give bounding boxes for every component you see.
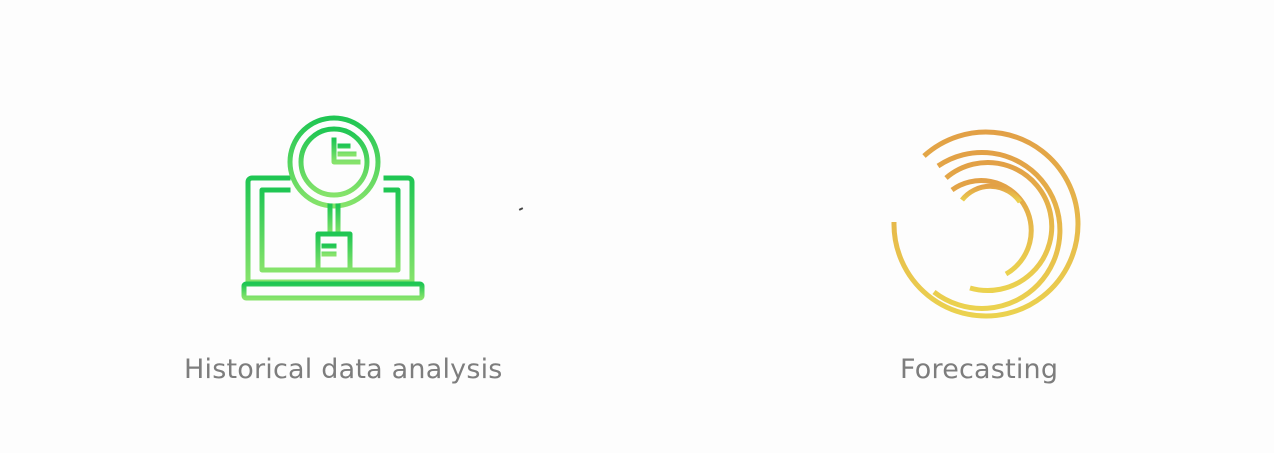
feature-label-historical: Historical data analysis xyxy=(184,354,503,385)
concentric-arcs-forecast-icon xyxy=(891,129,1081,319)
stray-mark xyxy=(518,207,524,211)
features-section: Historical data analysis Forecasting xyxy=(0,0,1274,453)
feature-label-forecasting: Forecasting xyxy=(900,354,1059,385)
laptop-magnifier-clock-icon xyxy=(241,115,425,301)
